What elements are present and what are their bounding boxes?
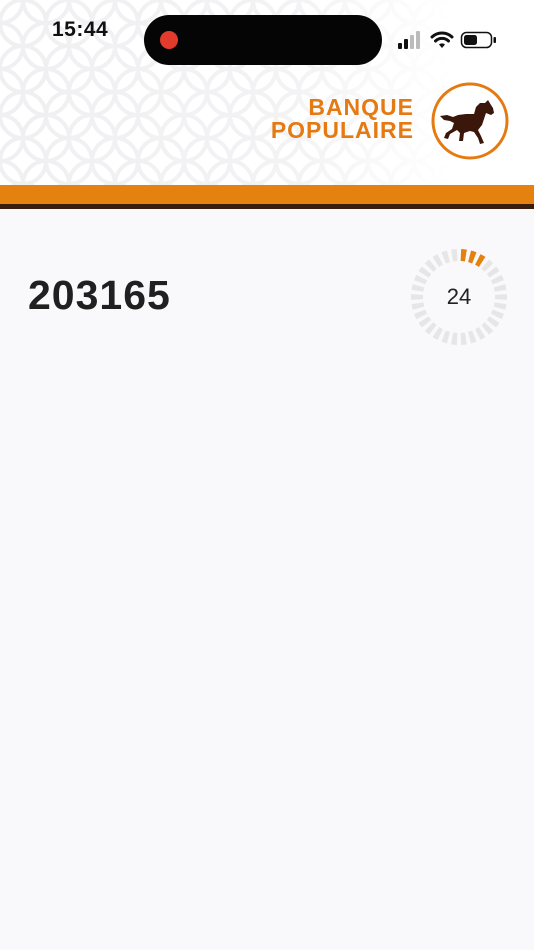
brand-accent-shadow	[0, 204, 534, 209]
dynamic-island	[144, 15, 382, 65]
wifi-icon	[430, 31, 454, 48]
otp-code: 203165	[28, 272, 171, 318]
cellular-signal-icon	[398, 31, 420, 49]
status-bar: 15:44	[0, 0, 534, 70]
app-header: 15:44 BANQUE POPULAIRE	[0, 0, 534, 185]
brand-accent-bar	[0, 185, 534, 204]
countdown-seconds: 24	[446, 284, 472, 309]
horse-icon	[431, 82, 509, 160]
recording-indicator-icon	[160, 31, 178, 49]
brand-line-1: BANQUE	[308, 94, 414, 120]
status-time: 15:44	[52, 18, 109, 41]
brand-logo-text: BANQUE POPULAIRE	[271, 96, 414, 142]
battery-icon	[460, 31, 496, 49]
brand-line-2: POPULAIRE	[270, 117, 414, 143]
countdown-timer: 24	[410, 248, 508, 346]
status-icons	[398, 31, 496, 49]
